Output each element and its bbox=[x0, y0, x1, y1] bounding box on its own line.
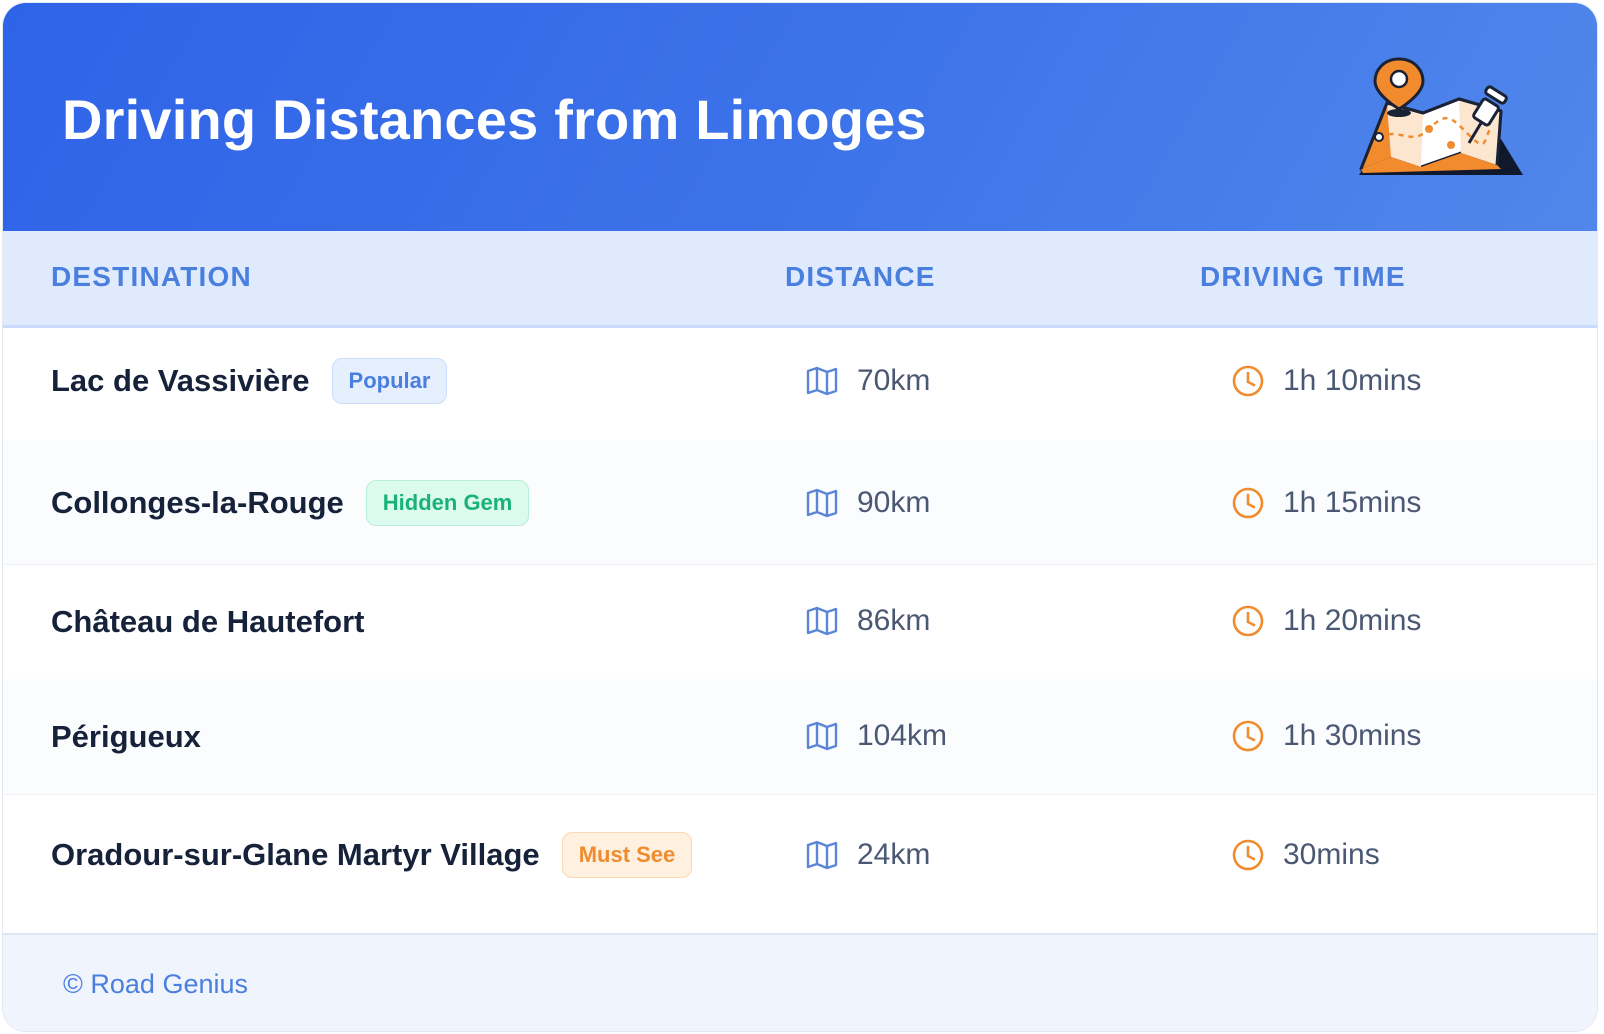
destination-name: Lac de Vassivière bbox=[51, 363, 310, 398]
destination-name: Oradour-sur-Glane Martyr Village bbox=[51, 837, 540, 872]
column-header-distance: DISTANCE bbox=[785, 261, 936, 292]
distance-value: 104km bbox=[857, 719, 948, 752]
badge-hidden-gem: Hidden Gem bbox=[365, 480, 530, 526]
distance-cell: 104km bbox=[805, 719, 947, 753]
destination-cell: Collonges-la-Rouge Hidden Gem bbox=[51, 480, 530, 526]
time-cell: 30mins bbox=[1231, 838, 1380, 872]
badge-must-see: Must See bbox=[561, 832, 693, 878]
time-cell: 1h 15mins bbox=[1231, 486, 1421, 520]
clock-icon bbox=[1232, 487, 1264, 519]
map-icon bbox=[806, 366, 838, 396]
badge-popular: Popular bbox=[331, 358, 448, 404]
clock-icon bbox=[1232, 720, 1264, 752]
map-icon bbox=[806, 721, 838, 751]
clock-icon bbox=[1232, 839, 1264, 871]
distance-card: Driving Distances from Limoges DESTINATI… bbox=[2, 2, 1598, 1032]
destination-name: Château de Hautefort bbox=[51, 604, 365, 639]
destination-name: Périgueux bbox=[51, 719, 201, 754]
map-icon bbox=[806, 840, 838, 870]
distance-cell: 86km bbox=[805, 604, 930, 638]
time-value: 30mins bbox=[1283, 838, 1380, 871]
distance-cell: 70km bbox=[805, 364, 930, 398]
destination-name: Collonges-la-Rouge bbox=[51, 485, 344, 520]
map-icon bbox=[806, 488, 838, 518]
table-row: Château de Hautefort 86km 1h 20mins bbox=[3, 564, 1597, 680]
table-row: Oradour-sur-Glane Martyr Village Must Se… bbox=[3, 794, 1597, 917]
table-row: Collonges-la-Rouge Hidden Gem 90km 1h 15… bbox=[3, 440, 1597, 565]
page-title: Driving Distances from Limoges bbox=[62, 88, 927, 151]
distance-cell: 90km bbox=[805, 486, 930, 520]
table-header: DESTINATION DISTANCE DRIVING TIME bbox=[3, 231, 1597, 328]
table-row: Lac de Vassivière Popular 70km 1h 10mins bbox=[3, 328, 1597, 441]
destination-cell: Périgueux bbox=[51, 719, 201, 755]
destination-cell: Oradour-sur-Glane Martyr Village Must Se… bbox=[51, 832, 693, 878]
map-icon bbox=[806, 606, 838, 636]
column-header-destination: DESTINATION bbox=[51, 261, 252, 292]
distance-value: 90km bbox=[857, 486, 931, 519]
distance-value: 70km bbox=[857, 364, 931, 397]
time-cell: 1h 10mins bbox=[1231, 364, 1421, 398]
distance-value: 24km bbox=[857, 838, 931, 871]
time-value: 1h 15mins bbox=[1283, 486, 1422, 519]
map-with-pins-icon bbox=[1359, 57, 1523, 175]
table-row: Périgueux 104km 1h 30mins bbox=[3, 679, 1597, 795]
destination-cell: Lac de Vassivière Popular bbox=[51, 358, 448, 404]
time-value: 1h 30mins bbox=[1283, 719, 1422, 752]
time-cell: 1h 20mins bbox=[1231, 604, 1421, 638]
footer-brand: © Road Genius bbox=[63, 969, 248, 999]
card-header: Driving Distances from Limoges bbox=[3, 3, 1597, 231]
time-value: 1h 10mins bbox=[1283, 364, 1422, 397]
time-cell: 1h 30mins bbox=[1231, 719, 1421, 753]
distance-cell: 24km bbox=[805, 838, 930, 872]
clock-icon bbox=[1232, 605, 1264, 637]
column-header-driving-time: DRIVING TIME bbox=[1200, 261, 1406, 292]
card-footer: © Road Genius bbox=[3, 933, 1597, 1031]
clock-icon bbox=[1232, 365, 1264, 397]
destination-cell: Château de Hautefort bbox=[51, 604, 364, 640]
time-value: 1h 20mins bbox=[1283, 604, 1422, 637]
distance-value: 86km bbox=[857, 604, 931, 637]
